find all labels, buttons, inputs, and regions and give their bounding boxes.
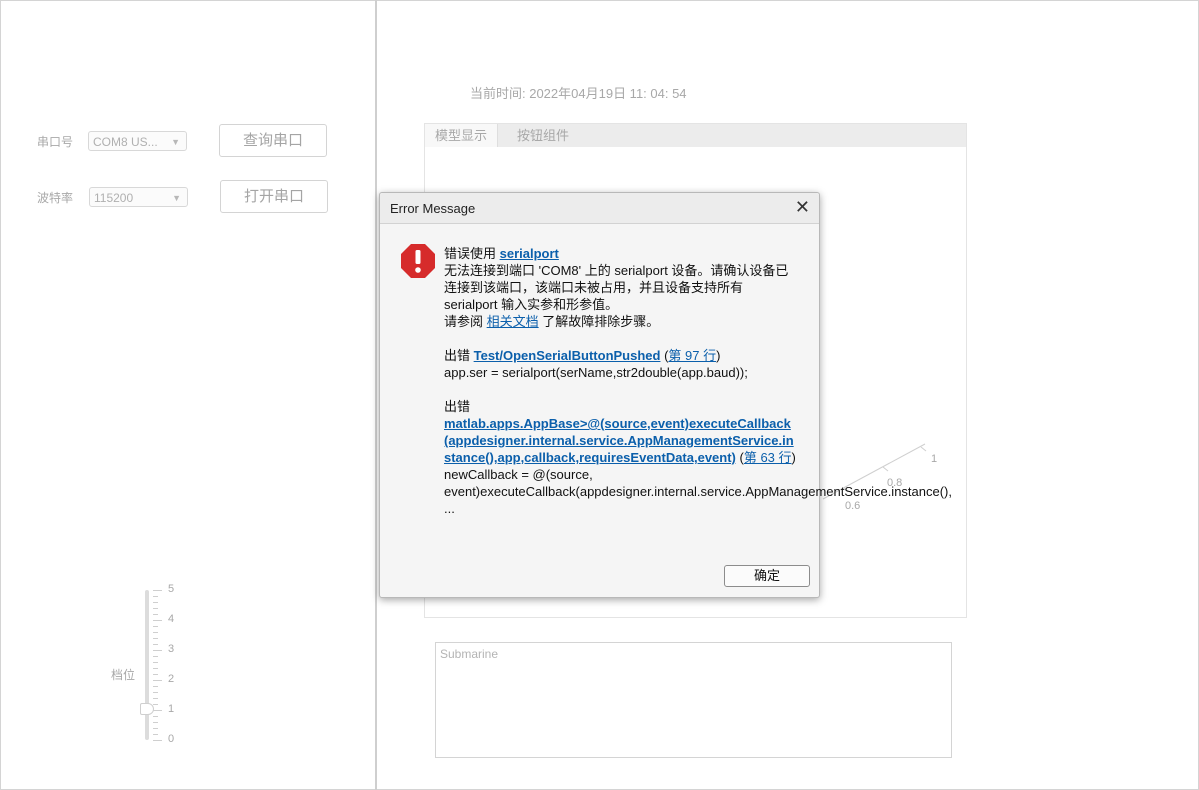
see-suffix: 了解故障排除步骤。 [538, 314, 660, 329]
gear-label: 档位 [111, 668, 136, 682]
paren-close: ) [791, 450, 796, 465]
see-docs-line: 请参阅 相关文档 了解故障排除步骤。 [444, 313, 800, 330]
axis-tick [882, 466, 889, 472]
slider-tick-label: 1 [168, 703, 175, 715]
axis-tick [920, 446, 927, 452]
paren-open: ( [735, 450, 744, 465]
slider-minor-tick [153, 704, 158, 705]
slider-minor-tick [153, 692, 158, 693]
ok-button[interactable]: 确定 [724, 565, 810, 587]
axis-tick-label: 0.6 [845, 500, 860, 512]
slider-minor-tick [153, 602, 158, 603]
slider-minor-tick [153, 722, 158, 723]
see-prefix: 请参阅 [444, 314, 487, 329]
slider-tick-label: 4 [168, 613, 175, 625]
panel-divider [375, 0, 377, 790]
slider-track[interactable] [145, 590, 149, 740]
slider-minor-tick [153, 626, 158, 627]
error-line-1: 错误使用 serialport [444, 245, 800, 262]
error-dialog: Error Message ✕ 错误使用 serialport 无法连接到端口 … [379, 192, 952, 598]
query-port-button[interactable]: 查询串口 [219, 124, 327, 157]
output-textarea[interactable]: Submarine [435, 642, 952, 758]
slider-minor-tick [153, 734, 158, 735]
port-dropdown-value: COM8 US... [93, 135, 158, 149]
error-message: 错误使用 serialport 无法连接到端口 'COM8' 上的 serial… [444, 245, 952, 517]
stack-function-link-1[interactable]: Test/OpenSerialButtonPushed [474, 348, 661, 363]
error-octagon-icon [401, 244, 435, 278]
slider-minor-tick [153, 668, 158, 669]
slider-tick-label: 3 [168, 643, 175, 655]
stack-prefix: 出错 [444, 348, 474, 363]
slider-major-tick [153, 650, 162, 651]
stack-line-link-2[interactable]: 第 63 行 [744, 450, 792, 465]
dialog-title: Error Message [390, 201, 476, 216]
port-label: 串口号 [37, 135, 74, 149]
stack-prefix-2: 出错 [444, 399, 471, 414]
slider-minor-tick [153, 608, 158, 609]
slider-major-tick [153, 710, 162, 711]
error-prefix: 错误使用 [444, 246, 500, 261]
paren-close: ) [716, 348, 721, 363]
slider-tick-label: 0 [168, 733, 175, 745]
slider-major-tick [153, 680, 162, 681]
stack-line-link-1[interactable]: 第 97 行 [668, 348, 716, 363]
chevron-down-icon: ▼ [171, 137, 180, 147]
axis-tick-label: 1 [931, 453, 937, 465]
open-port-button[interactable]: 打开串口 [220, 180, 328, 213]
slider-minor-tick [153, 596, 158, 597]
slider-major-tick [153, 620, 162, 621]
stack-frame-2: matlab.apps.AppBase>@(source,event)execu… [444, 415, 800, 466]
chevron-down-icon: ▼ [172, 193, 181, 203]
slider-thumb[interactable] [140, 703, 154, 715]
slider-major-tick [153, 590, 162, 591]
stack-code-2: newCallback = @(source, event)executeCal… [444, 467, 952, 516]
slider-tick-label: 2 [168, 673, 175, 685]
slider-minor-tick [153, 614, 158, 615]
port-dropdown[interactable]: COM8 US... ▼ [88, 131, 187, 151]
slider-minor-tick [153, 644, 158, 645]
slider-minor-tick [153, 638, 158, 639]
slider-minor-tick [153, 632, 158, 633]
slider-minor-tick [153, 656, 158, 657]
baud-label: 波特率 [37, 191, 74, 205]
slider-major-tick [153, 740, 162, 741]
slider-minor-tick [153, 662, 158, 663]
dialog-titlebar[interactable]: Error Message ✕ [380, 193, 819, 224]
stack-code-1: app.ser = serialport(serName,str2double(… [444, 365, 748, 380]
slider-minor-tick [153, 716, 158, 717]
slider-minor-tick [153, 686, 158, 687]
slider-minor-tick [153, 728, 158, 729]
related-docs-link[interactable]: 相关文档 [487, 314, 539, 329]
baud-dropdown-value: 115200 [94, 191, 134, 205]
slider-minor-tick [153, 698, 158, 699]
slider-minor-tick [153, 674, 158, 675]
current-time: 当前时间: 2022年04月19日 11: 04: 54 [470, 86, 687, 101]
close-icon[interactable]: ✕ [795, 197, 810, 218]
error-description: 无法连接到端口 'COM8' 上的 serialport 设备。请确认设备已连接… [444, 263, 789, 312]
slider-tick-label: 5 [168, 583, 175, 595]
baud-dropdown[interactable]: 115200 ▼ [89, 187, 188, 207]
serialport-link[interactable]: serialport [500, 246, 559, 261]
textarea-text: Submarine [440, 647, 499, 661]
stack-frame-1: 出错 Test/OpenSerialButtonPushed (第 97 行) [444, 347, 800, 364]
